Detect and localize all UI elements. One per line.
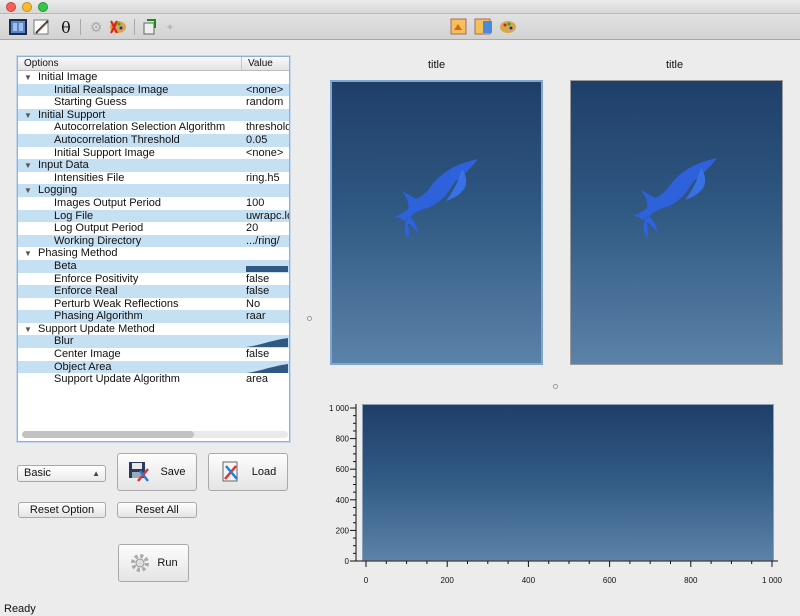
status-bar-text: Ready [4,603,36,615]
x-tick-label: 0 [364,576,369,585]
y-tick-label: 600 [336,465,350,474]
x-tick-label: 200 [441,576,455,585]
y-tick-label: 800 [336,435,350,444]
x-tick-label: 800 [684,576,698,585]
y-tick-label: 1 000 [329,404,350,413]
y-tick-label: 400 [336,496,350,505]
plot-axes: 0 200 400 600 800 1 000 1 000 800 600 400 200 0 [329,404,783,585]
x-tick-label: 1 000 [762,576,783,585]
x-tick-label: 400 [522,576,536,585]
y-tick-label: 200 [336,526,350,535]
y-tick-label: 0 [345,557,350,566]
x-tick-label: 600 [603,576,617,585]
